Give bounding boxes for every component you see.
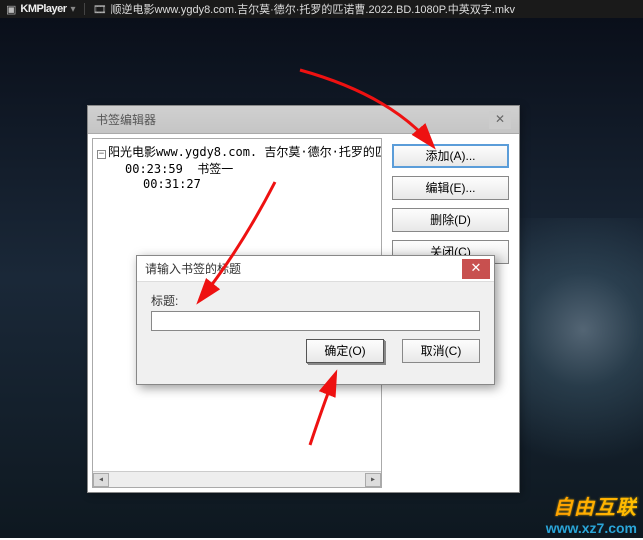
edit-button[interactable]: 编辑(E)... [392,176,509,200]
media-title: 顺逆电影www.ygdy8.com.吉尔莫·德尔·托罗的匹诺曹.2022.BD.… [111,1,515,17]
film-icon: 🎞 [93,3,107,16]
tree-item[interactable]: 00:23:59 书签一 [97,160,377,177]
app-name: KMPlayer [20,3,66,15]
cancel-button[interactable]: 取消(C) [402,339,480,363]
close-icon[interactable]: ✕ [489,111,511,129]
scroll-right-icon[interactable]: ▸ [365,473,381,487]
add-button[interactable]: 添加(A)... [392,144,509,168]
scroll-left-icon[interactable]: ◂ [93,473,109,487]
title-prompt-titlebar[interactable]: 请输入书签的标题 ✕ [137,256,494,282]
watermark-brand: 自由互联 [546,491,637,520]
bookmark-editor-titlebar[interactable]: 书签编辑器 ✕ [88,106,519,134]
title-input[interactable] [151,311,480,331]
chevron-down-icon[interactable]: ▾ [71,4,76,15]
app-icon: ▣ [6,3,16,16]
horizontal-scrollbar[interactable]: ◂ ▸ [93,471,381,487]
title-prompt-title: 请输入书签的标题 [145,260,462,277]
ok-button[interactable]: 确定(O) [306,339,384,363]
collapse-icon[interactable]: − [97,150,106,159]
tree-item[interactable]: 00:31:27 [97,177,377,191]
bookmark-editor-title: 书签编辑器 [96,111,489,128]
player-title-bar: ▣ KMPlayer ▾ 🎞 顺逆电影www.ygdy8.com.吉尔莫·德尔·… [0,0,643,18]
tree-root-item[interactable]: −阳光电影www.ygdy8.com. 吉尔莫·德尔·托罗的匹诺 [97,143,377,160]
watermark: 自由互联 www.xz7.com [546,491,637,536]
watermark-url: www.xz7.com [546,520,637,536]
close-icon[interactable]: ✕ [462,259,490,279]
title-field-label: 标题: [151,292,480,309]
title-prompt-dialog: 请输入书签的标题 ✕ 标题: 确定(O) 取消(C) [136,255,495,385]
separator [84,3,85,15]
delete-button[interactable]: 删除(D) [392,208,509,232]
